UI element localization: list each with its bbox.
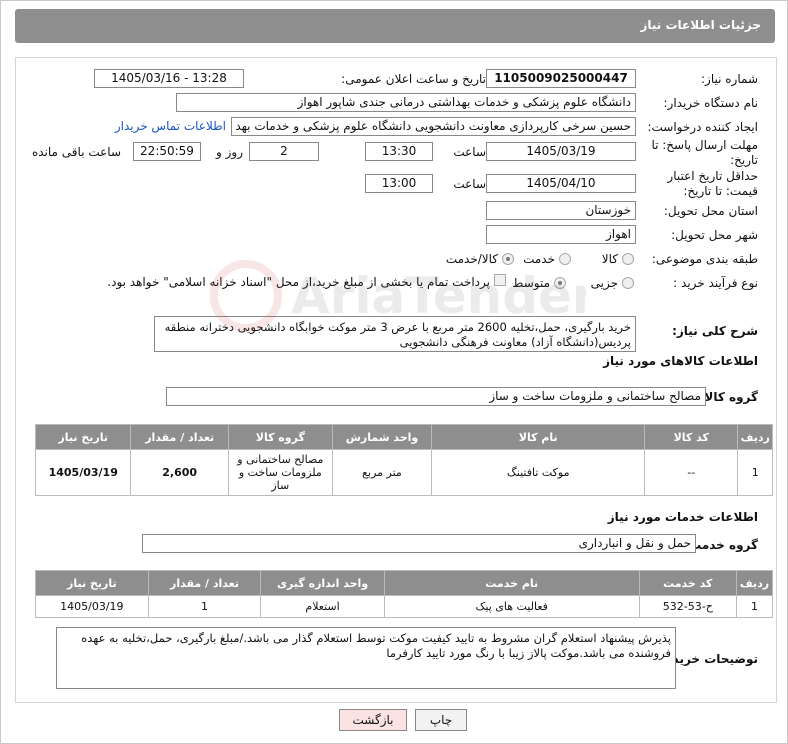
- goods-table-header: ردیف کد کالا نام کالا واحد شمارش گروه کا…: [34, 424, 773, 450]
- title-bar: جزئیات اطلاعات نیاز: [15, 9, 775, 43]
- category-option-service: خدمت: [523, 252, 555, 266]
- services-cell-unit: استعلام: [260, 595, 385, 618]
- buyer-contact-link[interactable]: اطلاعات تماس خریدار: [115, 119, 226, 133]
- days-field[interactable]: 2: [249, 142, 319, 161]
- category-radio-service[interactable]: [559, 253, 571, 265]
- process-radio-minor[interactable]: [622, 277, 634, 289]
- services-cell-name: فعالیت های پیک: [383, 595, 640, 618]
- buyer-notes-textarea[interactable]: پذیرش پیشنهاد استعلام گران مشروط به تایی…: [56, 627, 676, 689]
- services-table: ردیف کد خدمت نام خدمت واحد اندازه گیری ت…: [35, 570, 774, 618]
- process-radio-medium[interactable]: [554, 277, 566, 289]
- services-col-code: کد خدمت: [638, 570, 737, 596]
- treasury-payment-checkbox[interactable]: [494, 274, 506, 286]
- goods-group-label: گروه کالا:: [699, 390, 758, 404]
- need-number-field[interactable]: 1105009025000447: [486, 69, 636, 88]
- goods-cell-code: --: [644, 449, 739, 496]
- services-cell-row: 1: [735, 595, 774, 618]
- treasury-payment-note: پرداخت تمام یا بخشی از مبلغ خرید،از محل …: [107, 275, 490, 289]
- province-label: استان محل تحویل:: [663, 204, 758, 218]
- services-col-name: نام خدمت: [383, 570, 640, 596]
- reply-time-field[interactable]: 13:30: [365, 142, 433, 161]
- buyer-org-label: نام دستگاه خریدار:: [663, 96, 759, 110]
- back-button[interactable]: بازگشت: [339, 709, 407, 731]
- reply-time-label: ساعت: [453, 145, 486, 159]
- validity-time-label: ساعت: [453, 177, 486, 191]
- page-title: جزئیات اطلاعات نیاز: [640, 18, 761, 32]
- announce-label: تاریخ و ساعت اعلان عمومی:: [341, 72, 486, 86]
- category-option-goods: کالا: [601, 252, 618, 266]
- goods-group-field[interactable]: مصالح ساختمانی و ملزومات ساخت و ساز: [166, 387, 706, 406]
- need-number-label: شماره نیاز:: [701, 72, 758, 86]
- description-label: شرح کلی نیاز:: [672, 324, 758, 338]
- reply-date-field[interactable]: 1405/03/19: [486, 142, 636, 161]
- services-cell-code: ح-53-532: [638, 595, 737, 618]
- services-group-field[interactable]: حمل و نقل و انبارداری: [142, 534, 696, 553]
- process-option-minor: جزیی: [590, 276, 618, 290]
- goods-table: ردیف کد کالا نام کالا واحد شمارش گروه کا…: [34, 424, 773, 496]
- goods-cell-group: مصالح ساختمانی و ملزومات ساخت و ساز: [227, 449, 333, 496]
- print-button[interactable]: چاپ: [415, 709, 467, 731]
- process-option-medium: متوسط: [512, 276, 550, 290]
- page-frame: جزئیات اطلاعات نیاز شماره نیاز: 11050090…: [0, 0, 788, 744]
- goods-col-qty: تعداد / مقدار: [130, 424, 229, 450]
- requester-label: ایجاد کننده درخواست:: [647, 120, 758, 134]
- goods-cell-qty: 2,600: [130, 449, 229, 496]
- goods-col-code: کد کالا: [644, 424, 739, 450]
- services-table-header: ردیف کد خدمت نام خدمت واحد اندازه گیری ت…: [35, 570, 774, 596]
- goods-col-name: نام کالا: [431, 424, 646, 450]
- buyer-org-field[interactable]: دانشگاه علوم پزشکی و خدمات بهداشتی درمان…: [176, 93, 636, 112]
- reply-deadline-label: مهلت ارسال پاسخ: تا تاریخ:: [651, 138, 758, 167]
- process-label: نوع فرآیند خرید :: [673, 276, 758, 290]
- days-label: روز و: [216, 145, 243, 159]
- services-col-date: تاریخ نیاز: [35, 570, 149, 596]
- validity-time-field[interactable]: 13:00: [365, 174, 433, 193]
- table-row[interactable]: 1 -- موکت تافتینگ متر مربع مصالح ساختمان…: [34, 449, 773, 496]
- goods-cell-name: موکت تافتینگ: [431, 449, 646, 496]
- goods-col-row: ردیف: [737, 424, 773, 450]
- validity-date-field[interactable]: 1405/04/10: [486, 174, 636, 193]
- category-radio-goods[interactable]: [622, 253, 634, 265]
- validity-label: حداقل تاریخ اعتبار قیمت: تا تاریخ:: [667, 169, 758, 198]
- category-radio-goods-service[interactable]: [502, 253, 514, 265]
- table-row[interactable]: 1 ح-53-532 فعالیت های پیک استعلام 1 1405…: [35, 595, 774, 618]
- goods-col-unit: واحد شمارش: [331, 424, 433, 450]
- details-panel: شماره نیاز: 1105009025000447 تاریخ و ساع…: [15, 57, 777, 703]
- services-section-title: اطلاعات خدمات مورد نیاز: [607, 510, 758, 524]
- services-col-row: ردیف: [735, 570, 774, 596]
- services-col-qty: تعداد / مقدار: [147, 570, 262, 596]
- remaining-label: ساعت باقی مانده: [31, 145, 121, 159]
- province-field[interactable]: خوزستان: [486, 201, 636, 220]
- services-cell-date: 1405/03/19: [35, 595, 149, 618]
- services-cell-qty: 1: [147, 595, 262, 618]
- category-label: طبقه بندی موضوعی:: [651, 252, 758, 266]
- goods-col-date: تاریخ نیاز: [34, 424, 132, 450]
- remaining-time-field[interactable]: 22:50:59: [133, 142, 201, 161]
- city-label: شهر محل تحویل:: [671, 228, 758, 242]
- category-option-goods-service: کالا/خدمت: [445, 252, 498, 266]
- announce-field[interactable]: 1405/03/16 - 13:28: [94, 69, 244, 88]
- services-col-unit: واحد اندازه گیری: [260, 570, 385, 596]
- requester-field[interactable]: حسین سرخی کارپردازی معاونت دانشجویی دانش…: [231, 117, 636, 136]
- description-textarea[interactable]: خرید بارگیری، حمل،تخلیه 2600 متر مربع با…: [154, 316, 636, 352]
- city-field[interactable]: اهواز: [486, 225, 636, 244]
- goods-cell-date: 1405/03/19: [34, 449, 132, 496]
- goods-col-group: گروه کالا: [227, 424, 333, 450]
- goods-cell-unit: متر مربع: [331, 449, 433, 496]
- goods-section-title: اطلاعات کالاهای مورد نیاز: [603, 354, 758, 368]
- goods-cell-row: 1: [737, 449, 773, 496]
